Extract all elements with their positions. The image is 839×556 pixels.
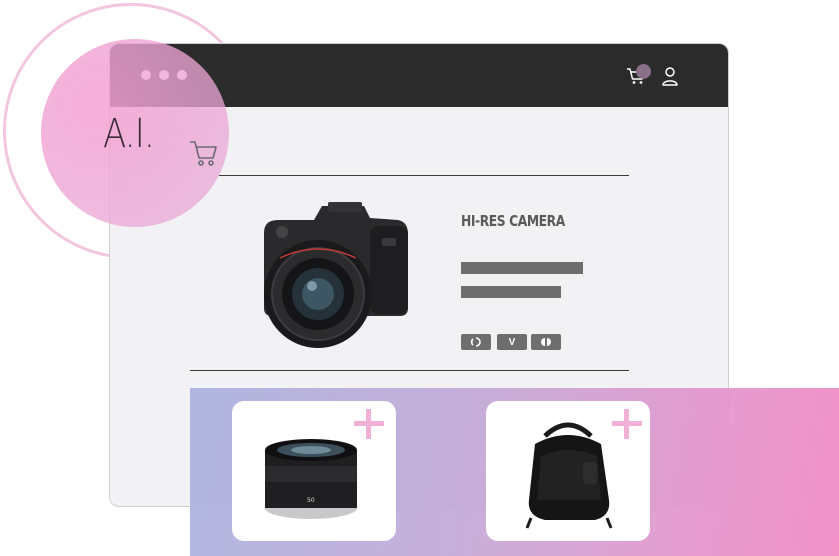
camera-image[interactable]: [252, 198, 412, 348]
cart-badge: [636, 64, 651, 79]
product-title: HI-RES CAMERA: [461, 212, 565, 230]
cart-icon: [190, 141, 217, 166]
option-button-1[interactable]: [461, 334, 491, 350]
divider-top: [219, 175, 629, 176]
plus-bar: [624, 409, 629, 439]
option-label: V: [508, 336, 516, 348]
lens-image: 50: [265, 439, 357, 519]
divider-bottom: [190, 370, 629, 371]
plus-bar: [366, 409, 371, 439]
description-line: [461, 286, 561, 298]
option-button-2[interactable]: V: [497, 334, 527, 350]
svg-text:50: 50: [307, 497, 315, 504]
add-lens-plus-icon[interactable]: [354, 409, 384, 439]
add-bag-plus-icon[interactable]: [612, 409, 642, 439]
option-button-3[interactable]: [531, 334, 561, 350]
camera-bag-image: [525, 422, 613, 529]
option-icon-3: [541, 338, 551, 346]
description-line: [461, 262, 583, 274]
brand-logo: A.I.: [103, 111, 155, 157]
user-icon[interactable]: [661, 66, 679, 86]
option-icon-1: [470, 337, 481, 347]
